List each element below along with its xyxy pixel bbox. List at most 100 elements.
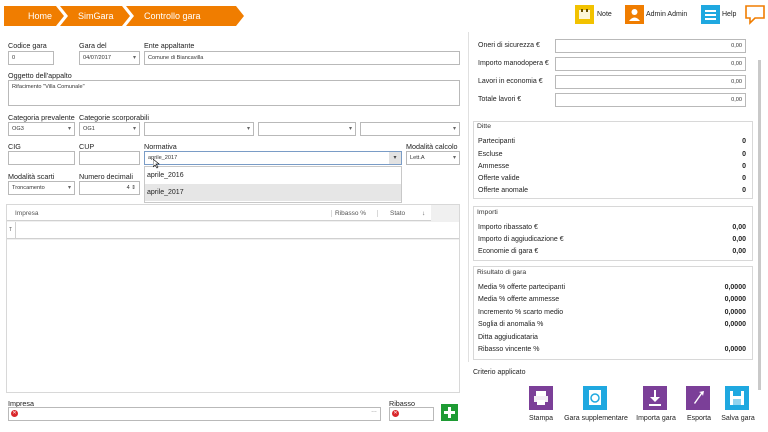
ente-appaltante-label: Ente appaltante bbox=[144, 41, 195, 50]
mouse-cursor-icon bbox=[152, 158, 160, 171]
oneri-input[interactable]: 0,00 bbox=[555, 39, 746, 53]
manodopera-input[interactable]: 0,00 bbox=[555, 57, 746, 71]
categoria-prevalente-select[interactable]: OG3 bbox=[8, 122, 75, 136]
ditte-row-label: Partecipanti bbox=[478, 138, 515, 145]
categoria-scorporabile-select-1[interactable]: OG1 bbox=[79, 122, 140, 136]
risultato-row-value: 0,0000 bbox=[724, 296, 746, 303]
filter-divider bbox=[15, 222, 16, 239]
ditte-row-value: 0 bbox=[742, 163, 746, 170]
ente-appaltante-input[interactable]: Comune di Biancavilla bbox=[144, 51, 460, 65]
risultato-row-label: Soglia di anomalia % bbox=[478, 321, 544, 328]
risultato-row-value: 0,0000 bbox=[724, 309, 746, 316]
modalita-calcolo-select[interactable]: Lett.A bbox=[406, 151, 460, 165]
ditte-row-value: 0 bbox=[742, 187, 746, 194]
table-filter-row[interactable] bbox=[7, 222, 459, 239]
clear-ribasso-icon[interactable]: ✕ bbox=[392, 410, 399, 417]
filter-icon[interactable]: T bbox=[9, 227, 12, 233]
save-icon[interactable] bbox=[725, 386, 749, 410]
right-divider bbox=[468, 32, 469, 362]
normativa-dropdown-button[interactable]: ▾ bbox=[389, 152, 401, 164]
risultato-row-label: Media % offerte ammesse bbox=[478, 296, 560, 303]
importi-row-value: 0,00 bbox=[732, 224, 746, 231]
cig-input[interactable] bbox=[8, 151, 75, 165]
table-header-ribasso[interactable]: Ribasso % bbox=[331, 210, 366, 217]
impresa-more-icon[interactable]: … bbox=[371, 408, 377, 414]
help-label[interactable]: Help bbox=[722, 11, 736, 18]
ditte-row-value: 0 bbox=[742, 151, 746, 158]
ditte-row-label: Offerte anomale bbox=[478, 187, 529, 194]
ditte-title: Ditte bbox=[477, 123, 491, 130]
cig-label: CIG bbox=[8, 142, 21, 151]
breadcrumb-simgara[interactable]: SimGara bbox=[60, 6, 130, 26]
breadcrumb-controllo-gara[interactable]: Controllo gara bbox=[126, 6, 244, 26]
lavori-economia-input[interactable]: 0,00 bbox=[555, 75, 746, 89]
importi-row-label: Economie di gara € bbox=[478, 248, 539, 255]
categoria-prevalente-label: Categoria prevalente bbox=[8, 113, 75, 122]
gara-supplementare-label[interactable]: Gara supplementare bbox=[561, 415, 631, 422]
numero-decimali-label: Numero decimali bbox=[79, 172, 133, 181]
import-icon[interactable] bbox=[643, 386, 667, 410]
importi-row-label: Importo ribassato € bbox=[478, 224, 538, 231]
normativa-dropdown-list: aprile_2016 aprile_2017 bbox=[144, 166, 402, 203]
export-icon[interactable] bbox=[686, 386, 710, 410]
user-label[interactable]: Admin Admin bbox=[646, 11, 687, 18]
importa-gara-label[interactable]: Importa gara bbox=[633, 415, 679, 422]
risultato-row-value: 0,0000 bbox=[724, 321, 746, 328]
dropdown-option-aprile-2016[interactable]: aprile_2016 bbox=[145, 167, 401, 184]
risultato-row-value: 0,0000 bbox=[724, 284, 746, 291]
modalita-scarti-label: Modalità scarti bbox=[8, 172, 55, 181]
numero-decimali-input[interactable]: 4 ⇕ bbox=[79, 181, 140, 195]
categoria-scorporabile-select-3[interactable] bbox=[258, 122, 356, 136]
ditte-row-label: Escluse bbox=[478, 151, 503, 158]
table-header-row bbox=[7, 205, 431, 221]
ditte-row-label: Offerte valide bbox=[478, 175, 520, 182]
codice-gara-input[interactable]: 0 bbox=[8, 51, 54, 65]
user-icon[interactable] bbox=[625, 5, 644, 24]
ditte-row-value: 0 bbox=[742, 138, 746, 145]
note-label[interactable]: Note bbox=[597, 11, 612, 18]
categoria-scorporabile-select-4[interactable] bbox=[360, 122, 460, 136]
breadcrumb-home[interactable]: Home bbox=[4, 6, 64, 26]
oggetto-label: Oggetto dell'appalto bbox=[8, 71, 72, 80]
manodopera-label: Importo manodopera € bbox=[478, 60, 549, 67]
add-button[interactable] bbox=[441, 404, 458, 421]
chat-icon[interactable] bbox=[744, 4, 766, 28]
categoria-scorporabile-select-2[interactable] bbox=[144, 122, 254, 136]
risultato-row-label: Media % offerte partecipanti bbox=[478, 284, 566, 291]
scrollbar[interactable] bbox=[758, 60, 761, 390]
table-header-impresa[interactable]: Impresa bbox=[15, 210, 38, 217]
criterio-label: Criterio applicato bbox=[473, 369, 526, 376]
cup-label: CUP bbox=[79, 142, 95, 151]
print-icon[interactable] bbox=[529, 386, 553, 410]
stampa-label[interactable]: Stampa bbox=[524, 415, 558, 422]
help-icon[interactable] bbox=[701, 5, 720, 24]
importi-row-value: 0,00 bbox=[732, 248, 746, 255]
totale-lavori-label: Totale lavori € bbox=[478, 96, 522, 103]
gara-del-label: Gara del bbox=[79, 41, 107, 50]
cup-input[interactable] bbox=[79, 151, 140, 165]
lavori-economia-label: Lavori in economia € bbox=[478, 78, 543, 85]
supplementary-icon[interactable] bbox=[583, 386, 607, 410]
risultato-row-label: Ditta aggiudicataria bbox=[478, 334, 538, 341]
totale-lavori-input[interactable]: 0,00 bbox=[555, 93, 746, 107]
modalita-scarti-select[interactable]: Troncamento bbox=[8, 181, 75, 195]
clear-impresa-icon[interactable]: ✕ bbox=[11, 410, 18, 417]
importi-title: Importi bbox=[477, 209, 498, 216]
oggetto-textarea[interactable]: Rifacimento "Villa Comunale" bbox=[8, 80, 460, 106]
risultato-title: Risultato di gara bbox=[477, 269, 527, 276]
sort-arrow-icon[interactable]: ↓ bbox=[422, 210, 425, 217]
bottom-impresa-input[interactable] bbox=[8, 407, 381, 421]
offers-table: Impresa Ribasso % Stato ↓ T bbox=[6, 204, 460, 393]
risultato-row-value: 0,0000 bbox=[724, 346, 746, 353]
gara-del-date[interactable]: 04/07/2017 bbox=[79, 51, 140, 65]
risultato-row-label: Ribasso vincente % bbox=[478, 346, 540, 353]
modalita-calcolo-label: Modalità calcolo bbox=[406, 142, 458, 151]
esporta-label[interactable]: Esporta bbox=[683, 415, 715, 422]
ditte-row-label: Ammesse bbox=[478, 163, 510, 170]
salva-gara-label[interactable]: Salva gara bbox=[718, 415, 758, 422]
normativa-label: Normativa bbox=[144, 142, 177, 151]
dropdown-option-aprile-2017[interactable]: aprile_2017 bbox=[145, 184, 401, 201]
note-icon[interactable] bbox=[575, 5, 594, 24]
normativa-select[interactable]: aprile_2017 bbox=[144, 151, 402, 165]
codice-gara-label: Codice gara bbox=[8, 41, 47, 50]
